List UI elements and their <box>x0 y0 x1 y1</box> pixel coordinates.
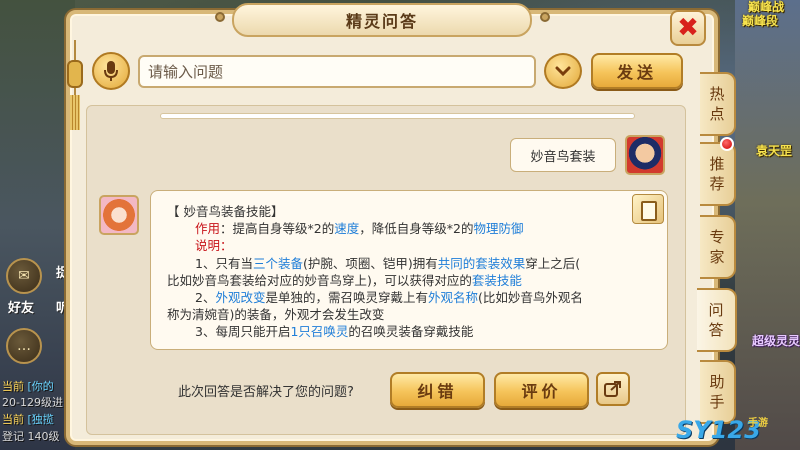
copy-note-icon[interactable] <box>632 194 664 224</box>
tab-qa[interactable]: 问 答 <box>697 288 737 352</box>
answer-item-1: 1、只有当三个装备(护腕、项圈、铠甲)拥有共同的套装效果穿上之后( <box>195 255 581 271</box>
friend-mail-button[interactable]: ✉ <box>6 258 42 294</box>
tab-assistant[interactable]: 助 手 <box>700 360 736 424</box>
world-chat-line[interactable]: 当前 [你的 <box>2 378 54 394</box>
answer-item-2: 2、外观改变是单独的，需召唤灵穿戴上有外观名称(比如妙音鸟外观名 <box>195 290 583 306</box>
title-ornament-left <box>215 12 225 22</box>
send-button[interactable]: 发送 <box>591 53 683 89</box>
history-dropdown-button[interactable] <box>544 53 582 89</box>
voice-input-button[interactable] <box>92 52 130 90</box>
tab-expert[interactable]: 专 家 <box>700 215 736 279</box>
title-ornament-right <box>540 12 550 22</box>
fairy-avatar <box>99 195 139 235</box>
share-icon <box>604 381 621 397</box>
user-message-bubble: 妙音鸟套装 <box>510 138 616 172</box>
npc-name-label: 袁天罡 <box>756 144 793 158</box>
npc-name-label: 巅峰段 <box>742 14 779 28</box>
question-input[interactable] <box>138 55 536 88</box>
speech-bubble-icon: … <box>17 338 31 354</box>
user-avatar <box>625 135 665 175</box>
feedback-question: 此次回答是否解决了您的问题? <box>178 385 354 400</box>
world-chat-line[interactable]: 登记 140级 <box>2 428 60 444</box>
microphone-icon <box>104 61 118 81</box>
answer-bubble: 【 妙音鸟装备技能】 作用：提高自身等级*2的速度，降低自身等级*2的物理防御 … <box>150 190 668 350</box>
npc-name-label: 超级灵灵 <box>752 334 800 348</box>
answer-item-2-cont: 称为清婉音)的装备，外观才会发生改变 <box>167 307 385 323</box>
mail-icon: ✉ <box>18 268 30 284</box>
answer-item-3: 3、每周只能开启1只召唤灵的召唤灵装备穿戴技能 <box>195 324 474 340</box>
tassel-knot-ornament <box>67 60 83 88</box>
share-button[interactable] <box>596 372 630 406</box>
close-button[interactable]: ✖ <box>670 10 706 46</box>
game-scene-right <box>735 0 800 450</box>
answer-item-1-cont: 比如妙音鸟套装给对应的妙音鸟穿上)，可以获得对应的套装技能 <box>167 272 522 288</box>
answer-title: 【 妙音鸟装备技能】 <box>167 204 284 219</box>
world-chat-line[interactable]: 20-129级进 <box>2 394 63 410</box>
notification-dot <box>720 137 734 151</box>
tab-hot[interactable]: 热 点 <box>700 72 736 136</box>
answer-note-label-line: 说明： <box>195 238 233 254</box>
friend-label: 好友 <box>8 301 35 316</box>
dialog-title-plate: 精灵问答 <box>232 3 532 37</box>
correct-error-button[interactable]: 纠错 <box>390 372 485 408</box>
chevron-down-icon <box>555 66 571 77</box>
conversation-scrollbar[interactable] <box>160 113 635 119</box>
tab-recommend[interactable]: 推 荐 <box>700 142 736 206</box>
tassel-fringe-ornament <box>70 95 80 130</box>
watermark-subtext: 手游 <box>748 418 768 429</box>
answer-effect-line: 作用：提高自身等级*2的速度，降低自身等级*2的物理防御 <box>195 221 524 237</box>
dialog-title: 精灵问答 <box>345 12 418 31</box>
close-icon: ✖ <box>677 13 699 43</box>
world-chat-line[interactable]: 当前 [独揽 <box>2 411 54 427</box>
chat-bubble-button[interactable]: … <box>6 328 42 364</box>
rate-button[interactable]: 评价 <box>494 372 589 408</box>
